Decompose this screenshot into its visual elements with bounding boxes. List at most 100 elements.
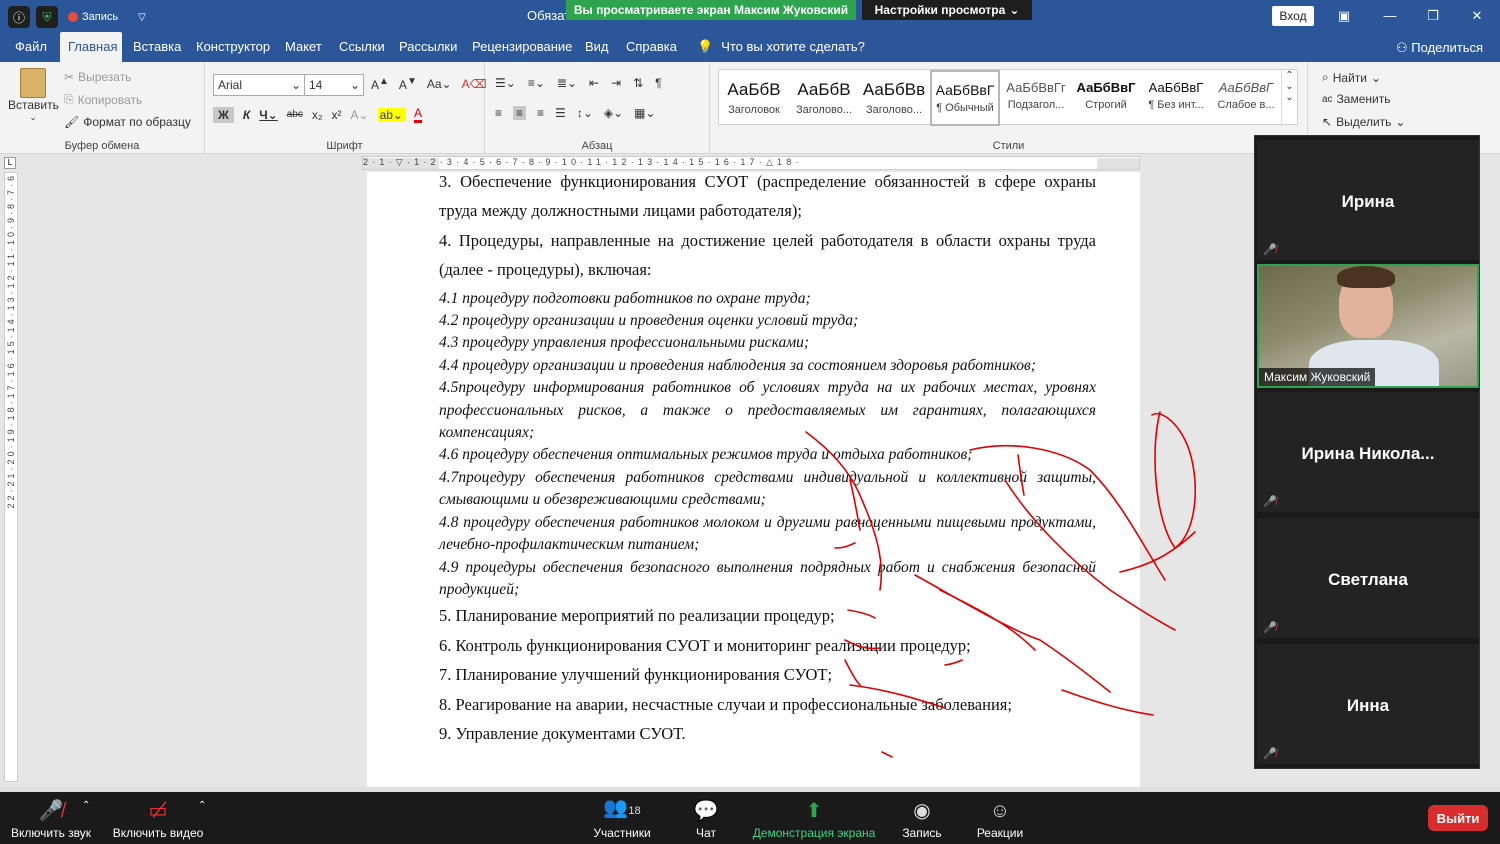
video-options-icon[interactable]: ⌃ — [198, 800, 206, 811]
participant-tile[interactable]: Инна 🎤̸ — [1257, 644, 1479, 764]
grow-font-icon[interactable]: A▲ — [371, 76, 389, 92]
list-item: 4.5процедуру информирования работников о… — [439, 379, 1096, 442]
document-page[interactable]: 3. Обеспечение функционирования СУОТ (ра… — [367, 172, 1140, 787]
record-button[interactable]: ◉ Запись — [898, 792, 946, 844]
pilcrow-icon[interactable]: ¶ — [655, 76, 661, 90]
style-normal[interactable]: АаБбВвГ ¶ Обычный — [930, 70, 1000, 126]
shading-icon[interactable]: ◈⌄ — [604, 106, 623, 120]
list-item: 4.4 процедуру организации и проведения н… — [439, 356, 1036, 374]
align-center-icon[interactable]: ≡ — [513, 106, 527, 120]
chevron-down-icon: ⌄ — [1395, 115, 1406, 129]
paste-button[interactable]: Вставить ⌄ — [8, 68, 59, 123]
font-color-icon[interactable]: A — [414, 106, 423, 123]
qat-dropdown-icon[interactable]: ▽ — [138, 12, 146, 23]
line-spacing-icon[interactable]: ↕⌄ — [577, 106, 593, 120]
style-no-spacing[interactable]: АаБбВвГ ¶ Без инт... — [1141, 70, 1211, 126]
replace-button[interactable]: ac Заменить — [1322, 92, 1391, 106]
style-name: Слабое в... — [1217, 99, 1275, 111]
multilevel-list-icon[interactable]: ≣⌄ — [557, 76, 577, 90]
tab-design[interactable]: Конструктор — [188, 32, 278, 62]
close-icon[interactable]: ✕ — [1467, 6, 1487, 26]
clear-formatting-icon[interactable]: A⌫ — [462, 77, 487, 91]
tab-review[interactable]: Рецензирование — [464, 32, 580, 62]
bold-icon[interactable]: Ж — [213, 106, 234, 123]
copy-icon: ⎘ — [64, 92, 74, 106]
style-heading2[interactable]: АаБбВв Заголово... — [859, 70, 929, 126]
select-button[interactable]: ↖ Выделить ⌄ — [1322, 115, 1405, 129]
strikethrough-icon[interactable]: abc — [287, 109, 303, 120]
tab-references[interactable]: Ссылки — [331, 32, 393, 62]
scissors-icon: ✂ — [64, 70, 75, 84]
shrink-font-icon[interactable]: A▼ — [399, 76, 417, 92]
participant-tile[interactable]: Ирина Никола... 🎤̸ — [1257, 392, 1479, 512]
record-indicator[interactable]: Запись — [68, 11, 118, 23]
share-button[interactable]: ⚇ Поделиться — [1396, 32, 1483, 64]
signin-button[interactable]: Вход — [1272, 6, 1314, 26]
justify-icon[interactable]: ☰ — [555, 106, 566, 120]
highlight-icon[interactable]: ab⌄ — [377, 107, 406, 122]
style-heading[interactable]: АаБбВ Заголовок — [719, 70, 789, 126]
start-video-button[interactable]: ▭̸ Включить видео — [110, 792, 206, 844]
active-speaker-video[interactable]: Максим Жуковский — [1257, 264, 1479, 388]
tab-insert[interactable]: Вставка — [125, 32, 189, 62]
numbering-icon[interactable]: ≡⌄ — [528, 76, 545, 90]
decrease-indent-icon[interactable]: ⇤ — [589, 76, 599, 90]
italic-icon[interactable]: К — [243, 108, 250, 122]
person-icon: ⚇ — [1396, 40, 1412, 55]
superscript-icon[interactable]: x² — [332, 108, 342, 122]
increase-indent-icon[interactable]: ⇥ — [611, 76, 621, 90]
audio-options-icon[interactable]: ⌃ — [82, 800, 90, 811]
chat-icon: 💬 — [693, 800, 719, 822]
style-subtle-emphasis[interactable]: АаБбВвГ Слабое в... — [1211, 70, 1281, 126]
info-icon[interactable]: ⓘ — [8, 6, 30, 28]
participants-button[interactable]: 👥18 Участники — [588, 792, 656, 844]
align-left-icon[interactable]: ≡ — [495, 106, 502, 120]
text-effects-icon[interactable]: A⌄ — [351, 108, 369, 122]
vruler-ticks: 22·21·20·19·18·17·16·15·14·13·12·11·10·9… — [6, 173, 16, 509]
chat-button[interactable]: 💬 Чат — [688, 792, 724, 844]
find-button[interactable]: ⌕ Найти ⌄ — [1322, 70, 1381, 85]
reactions-button[interactable]: ☺ Реакции — [974, 792, 1026, 844]
copy-button[interactable]: ⎘ Копировать — [64, 92, 142, 107]
tell-me-box[interactable]: 💡 Что вы хотите сделать? — [697, 32, 865, 62]
chat-label: Чат — [696, 826, 716, 840]
change-case-icon[interactable]: Aa⌄ — [427, 77, 452, 91]
sort-icon[interactable]: ⇅ — [633, 76, 643, 90]
style-subtitle[interactable]: АаБбВвГг Подзагол... — [1001, 70, 1071, 126]
bullets-icon[interactable]: ☰⌄ — [495, 76, 516, 90]
record-label: Запись — [902, 826, 942, 840]
tab-selector-icon[interactable]: L — [4, 157, 16, 169]
minimize-icon[interactable]: — — [1380, 6, 1400, 26]
ribbon-display-icon[interactable]: ▣ — [1334, 6, 1354, 26]
zoom-toolbar: 🎤̸ Включить звук ⌃ ▭̸ Включить видео ⌃ 👥18… — [0, 792, 1500, 844]
tab-help[interactable]: Справка — [618, 32, 685, 62]
list-item: 4.3 процедуру управления профессиональны… — [439, 334, 810, 352]
vertical-ruler[interactable]: 22·21·20·19·18·17·16·15·14·13·12·11·10·9… — [4, 172, 18, 782]
font-size-select[interactable]: 14 ⌄ — [304, 74, 364, 96]
participant-tile[interactable]: Светлана 🎤̸ — [1257, 518, 1479, 638]
restore-icon[interactable]: ❐ — [1423, 6, 1443, 26]
align-right-icon[interactable]: ≡ — [537, 106, 544, 120]
cut-button[interactable]: ✂ Вырезать — [64, 70, 131, 84]
underline-icon[interactable]: Ч⌄ — [259, 108, 278, 122]
subscript-icon[interactable]: x₂ — [312, 108, 323, 122]
styles-scroll[interactable]: ⌃ ⌄ ⌄ — [1281, 70, 1297, 126]
view-options-button[interactable]: Настройки просмотра ⌄ — [862, 0, 1032, 20]
format-painter-button[interactable]: 🖌 Формат по образцу — [64, 115, 191, 129]
borders-icon[interactable]: ▦⌄ — [634, 106, 655, 120]
style-strong[interactable]: АаБбВвГ Строгий — [1071, 70, 1141, 126]
tab-home[interactable]: Главная — [60, 32, 122, 62]
share-label: Поделиться — [1411, 40, 1484, 55]
tab-view[interactable]: Вид — [577, 32, 617, 62]
style-heading1[interactable]: АаБбВ Заголово... — [789, 70, 859, 126]
leave-button[interactable]: Выйти — [1428, 805, 1488, 831]
tab-layout[interactable]: Макет — [277, 32, 330, 62]
participant-tile[interactable]: Ирина 🎤̸ — [1257, 140, 1479, 260]
font-name-select[interactable]: Arial ⌄ — [213, 74, 305, 96]
shield-icon[interactable]: ⛨ — [36, 6, 58, 28]
ink-stroke — [1151, 411, 1197, 550]
tab-file[interactable]: Файл — [7, 32, 55, 62]
horizontal-ruler[interactable]: 2·1·▽·1·2·3·4·5·6·7·8·9·10·11·12·13·14·1… — [362, 156, 1140, 170]
share-screen-button[interactable]: ⬆ Демонстрация экрана — [748, 792, 880, 844]
tab-mailings[interactable]: Рассылки — [391, 32, 465, 62]
